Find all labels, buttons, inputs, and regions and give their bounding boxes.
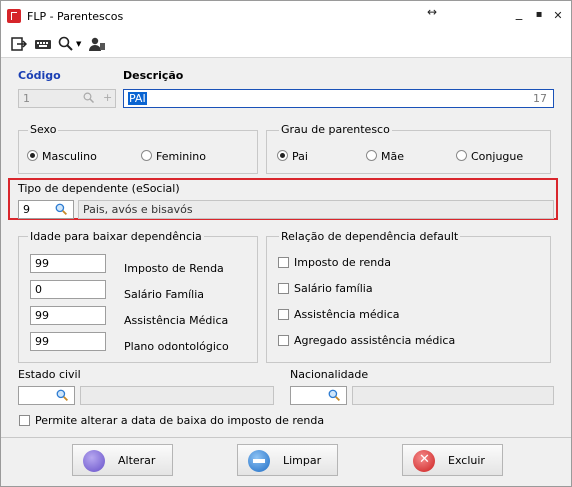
exit-icon[interactable] <box>11 36 27 52</box>
keyboard-icon[interactable] <box>35 36 51 52</box>
descricao-input[interactable]: PAI 17 <box>123 89 554 108</box>
dropdown-arrow-icon[interactable]: ▼ <box>76 40 81 48</box>
permite-label: Permite alterar a data de baixa do impos… <box>35 414 325 427</box>
relacao-group-title: Relação de dependência default <box>279 230 461 243</box>
search-icon[interactable] <box>328 389 341 402</box>
permite-checkbox[interactable] <box>19 415 30 426</box>
codigo-field: 1 + <box>18 89 116 108</box>
feminino-label: Feminino <box>156 150 206 163</box>
relacao-sf-checkbox[interactable] <box>278 283 289 294</box>
relacao-am-label: Assistência médica <box>294 308 400 321</box>
search-icon[interactable] <box>56 389 69 402</box>
relacao-ir-checkbox[interactable] <box>278 257 289 268</box>
relacao-sf-label: Salário família <box>294 282 373 295</box>
descricao-value: PAI <box>128 92 147 105</box>
idade-po-input[interactable]: 99 <box>30 332 106 351</box>
codigo-value: 1 <box>23 92 30 105</box>
maximize-button[interactable]: ▪ <box>531 9 547 20</box>
window: FLP - Parentescos ↔ _ ▪ ✕ ▼ Código Descr… <box>0 0 572 487</box>
window-title: FLP - Parentescos <box>27 10 124 23</box>
idade-group-title: Idade para baixar dependência <box>28 230 204 243</box>
limpar-label: Limpar <box>283 454 322 467</box>
relacao-agregado-label: Agregado assistência médica <box>294 334 456 347</box>
idade-po-label: Plano odontológico <box>124 340 229 353</box>
search-icon <box>83 92 95 104</box>
masculino-radio[interactable] <box>27 150 38 161</box>
estado-civil-label: Estado civil <box>18 368 81 381</box>
nacionalidade-label: Nacionalidade <box>290 368 369 381</box>
relacao-ir-label: Imposto de renda <box>294 256 391 269</box>
clear-icon <box>248 450 270 472</box>
idade-am-input[interactable]: 99 <box>30 306 106 325</box>
alterar-label: Alterar <box>118 454 156 467</box>
search-icon[interactable] <box>55 203 68 216</box>
idade-sf-label: Salário Família <box>124 288 205 301</box>
idade-sf-input[interactable]: 0 <box>30 280 106 299</box>
tipo-dependente-label: Tipo de dependente (eSocial) <box>18 182 180 195</box>
x-glyph: ✕ <box>419 452 430 467</box>
estado-civil-code-input[interactable] <box>18 386 75 405</box>
nacionalidade-code-input[interactable] <box>290 386 347 405</box>
search-icon[interactable] <box>58 36 74 52</box>
grau-group-title: Grau de parentesco <box>279 123 392 136</box>
descricao-label: Descrição <box>123 69 184 82</box>
footer-divider <box>1 437 571 438</box>
minimize-button[interactable]: _ <box>511 6 527 21</box>
minus-glyph <box>253 459 265 463</box>
tipo-dependente-code: 9 <box>23 203 30 216</box>
char-counter: 17 <box>533 92 547 105</box>
plus-icon: + <box>103 91 113 104</box>
toolbar: ▼ <box>1 31 571 58</box>
feminino-radio[interactable] <box>141 150 152 161</box>
estado-civil-description <box>80 386 274 405</box>
pai-label: Pai <box>292 150 308 163</box>
edit-icon <box>83 450 105 472</box>
delete-icon: ✕ <box>413 450 435 472</box>
limpar-button[interactable]: Limpar <box>237 444 338 476</box>
idade-ir-label: Imposto de Renda <box>124 262 224 275</box>
codigo-label: Código <box>18 69 61 82</box>
title-bar: FLP - Parentescos ↔ _ ▪ ✕ <box>1 1 571 31</box>
relacao-am-checkbox[interactable] <box>278 309 289 320</box>
idade-ir-input[interactable]: 99 <box>30 254 106 273</box>
excluir-button[interactable]: ✕ Excluir <box>402 444 503 476</box>
idade-am-label: Assistência Médica <box>124 314 229 327</box>
tipo-dependente-description: Pais, avós e bisavós <box>78 200 554 219</box>
excluir-label: Excluir <box>448 454 485 467</box>
pai-radio[interactable] <box>277 150 288 161</box>
nacionalidade-description <box>352 386 554 405</box>
sexo-group-title: Sexo <box>28 123 59 136</box>
conjugue-radio[interactable] <box>456 150 467 161</box>
mae-radio[interactable] <box>366 150 377 161</box>
relacao-agregado-checkbox[interactable] <box>278 335 289 346</box>
tipo-dependente-code-input[interactable]: 9 <box>18 200 74 219</box>
resize-icon[interactable]: ↔ <box>424 5 440 19</box>
user-icon[interactable] <box>89 36 105 52</box>
conjugue-label: Conjugue <box>471 150 524 163</box>
close-button[interactable]: ✕ <box>550 9 566 22</box>
masculino-label: Masculino <box>42 150 97 163</box>
app-logo-icon <box>7 9 21 23</box>
mae-label: Mãe <box>381 150 404 163</box>
alterar-button[interactable]: Alterar <box>72 444 173 476</box>
